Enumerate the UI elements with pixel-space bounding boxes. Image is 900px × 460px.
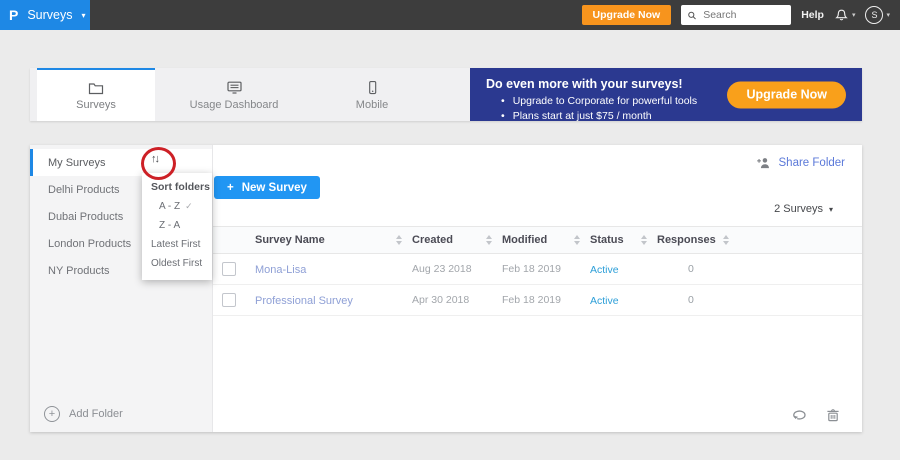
modified-date: Feb 18 2019 <box>502 263 561 275</box>
sort-arrows-icon <box>574 235 580 245</box>
banner-title: Do even more with your surveys! <box>486 77 683 91</box>
dashboard-icon <box>226 81 242 94</box>
tab-mobile[interactable]: Mobile <box>313 68 431 121</box>
sort-arrows-icon <box>641 235 647 245</box>
table-row: Mona-Lisa Aug 23 2018 Feb 18 2019 Active… <box>213 254 862 285</box>
column-header-created[interactable]: Created <box>412 234 502 246</box>
account-menu[interactable]: S ▾ <box>865 6 890 24</box>
responses-count: 0 <box>688 263 694 275</box>
page: P Surveys ▾ Upgrade Now Help ▾ <box>0 0 900 460</box>
product-menu[interactable]: P Surveys ▾ <box>0 0 90 30</box>
tab-label: Mobile <box>355 99 389 111</box>
row-checkbox[interactable] <box>222 293 236 307</box>
help-link[interactable]: Help <box>801 9 824 21</box>
bullet-icon: • <box>501 110 505 122</box>
tab-usage-dashboard[interactable]: Usage Dashboard <box>155 68 313 121</box>
annotation-circle <box>141 147 176 180</box>
add-folder-label: Add Folder <box>69 408 123 420</box>
surveys-table: Survey Name Created Modified Status Resp… <box>213 226 862 316</box>
topbar-actions: Upgrade Now Help ▾ S ▾ <box>581 0 890 30</box>
chevron-down-icon: ▾ <box>828 204 833 214</box>
modified-date: Feb 18 2019 <box>502 294 561 306</box>
sort-arrows-icon <box>722 235 729 245</box>
sort-folders-menu: Sort folders A - Z ✓ Z - A Latest First … <box>142 173 212 280</box>
search-box[interactable] <box>681 5 792 25</box>
menu-item-latest-first[interactable]: Latest First <box>142 235 212 254</box>
sort-menu-title: Sort folders <box>151 181 210 193</box>
menu-item-z-a[interactable]: Z - A <box>142 216 212 235</box>
search-icon <box>688 11 697 19</box>
tab-bar: Surveys Usage Dashboard Mobile <box>30 68 470 121</box>
product-menu-label: Surveys <box>27 8 73 22</box>
menu-item-a-z[interactable]: A - Z ✓ <box>142 197 212 216</box>
plus-circle-icon: + <box>44 406 60 422</box>
person-plus-icon <box>756 158 769 169</box>
created-date: Apr 30 2018 <box>412 294 470 306</box>
tab-label: Surveys <box>76 98 116 111</box>
column-header-responses[interactable]: Responses <box>657 234 747 246</box>
brand-logo-icon: P <box>9 7 19 23</box>
menu-item-oldest-first[interactable]: Oldest First <box>142 254 212 273</box>
search-input[interactable] <box>701 8 786 22</box>
table-header-row: Survey Name Created Modified Status Resp… <box>213 226 862 254</box>
chevron-down-icon: ▾ <box>886 12 890 19</box>
tabs-banner-row: Surveys Usage Dashboard Mobile Do even m… <box>30 68 862 122</box>
surveys-panel: My Surveys Delhi Products Dubai Products… <box>30 145 862 432</box>
sort-arrows-icon <box>486 235 492 245</box>
status-link[interactable]: Active <box>590 295 619 307</box>
survey-name-link[interactable]: Mona-Lisa <box>255 264 306 276</box>
trash-icon[interactable] <box>825 407 841 423</box>
banner-bullet: • Upgrade to Corporate for powerful tool… <box>501 95 698 107</box>
survey-count-label: 2 Surveys <box>774 203 823 215</box>
restore-icon[interactable] <box>791 407 808 422</box>
add-folder-button[interactable]: + Add Folder <box>30 396 213 432</box>
plus-icon: + <box>227 181 234 194</box>
mobile-icon <box>368 80 376 95</box>
new-survey-button[interactable]: + New Survey <box>214 176 320 199</box>
chevron-down-icon: ▾ <box>81 10 86 20</box>
banner-upgrade-button[interactable]: Upgrade Now <box>727 81 846 108</box>
column-header-status[interactable]: Status <box>590 234 657 246</box>
check-icon: ✓ <box>185 201 193 211</box>
row-checkbox[interactable] <box>222 262 236 276</box>
bell-icon <box>835 9 848 20</box>
upgrade-now-button[interactable]: Upgrade Now <box>581 5 672 25</box>
avatar: S <box>865 6 884 24</box>
survey-name-link[interactable]: Professional Survey <box>255 295 353 307</box>
bullet-icon: • <box>501 95 505 107</box>
surveys-content: Share Folder + New Survey 2 Surveys ▾ Su… <box>213 145 862 432</box>
created-date: Aug 23 2018 <box>412 263 472 275</box>
notifications-menu[interactable]: ▾ <box>834 8 856 23</box>
top-navigation-bar: P Surveys ▾ Upgrade Now Help ▾ <box>0 0 900 30</box>
upgrade-banner: Do even more with your surveys! • Upgrad… <box>470 68 862 122</box>
folder-icon <box>88 82 104 94</box>
responses-count: 0 <box>688 294 694 306</box>
survey-count-dropdown[interactable]: 2 Surveys ▾ <box>774 203 833 215</box>
sidebar-item-my-surveys[interactable]: My Surveys <box>30 149 212 176</box>
share-folder-label: Share Folder <box>778 157 845 169</box>
card-actions <box>791 407 841 423</box>
column-header-modified[interactable]: Modified <box>502 234 590 246</box>
status-link[interactable]: Active <box>590 264 619 276</box>
tab-surveys[interactable]: Surveys <box>37 68 155 121</box>
table-row: Professional Survey Apr 30 2018 Feb 18 2… <box>213 285 862 316</box>
column-header-survey-name[interactable]: Survey Name <box>255 234 412 246</box>
banner-bullet: • Plans start at just $75 / month <box>501 110 652 122</box>
sort-arrows-icon <box>396 235 402 245</box>
share-folder-button[interactable]: Share Folder <box>756 156 845 170</box>
chevron-down-icon: ▾ <box>851 12 856 19</box>
tab-label: Usage Dashboard <box>189 99 279 111</box>
